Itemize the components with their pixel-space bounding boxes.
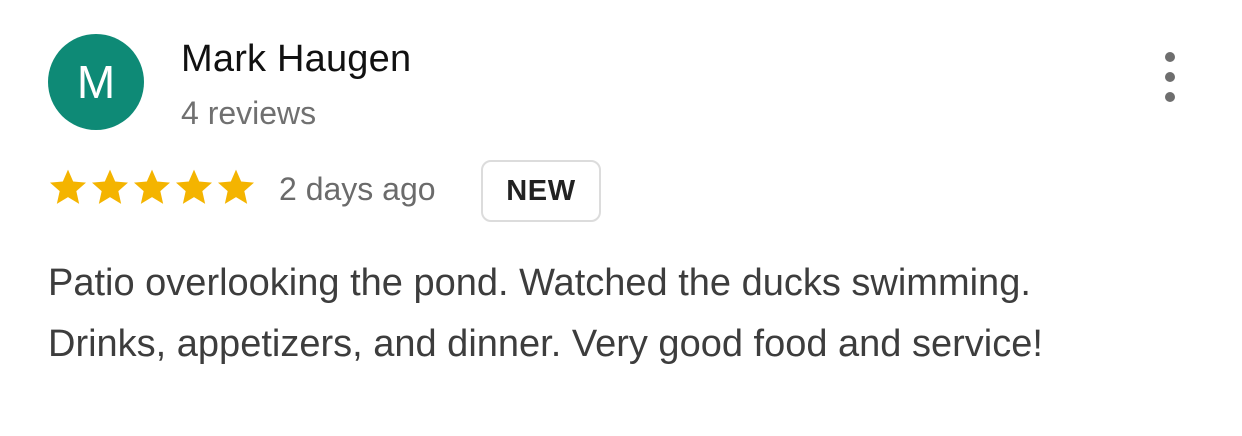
star-icon bbox=[90, 166, 130, 210]
review-card: M Mark Haugen 4 reviews 2 days ago NEW P… bbox=[0, 0, 1242, 436]
reviewer-name[interactable]: Mark Haugen bbox=[181, 38, 411, 81]
more-options-dot bbox=[1165, 72, 1175, 82]
star-icon bbox=[132, 166, 172, 210]
review-date: 2 days ago bbox=[279, 171, 436, 207]
star-icon bbox=[216, 166, 256, 210]
star-icon bbox=[48, 166, 88, 210]
avatar-initial: M bbox=[76, 56, 116, 108]
reviewer-review-count: 4 reviews bbox=[181, 95, 317, 131]
review-text: Patio overlooking the pond. Watched the … bbox=[48, 262, 1043, 365]
more-options-dot bbox=[1165, 52, 1175, 62]
more-options-dot bbox=[1165, 92, 1175, 102]
star-icon bbox=[174, 166, 214, 210]
more-options-icon[interactable] bbox=[1150, 52, 1190, 102]
avatar[interactable]: M bbox=[48, 34, 144, 130]
new-badge: NEW bbox=[481, 160, 601, 222]
star-rating bbox=[48, 166, 256, 210]
